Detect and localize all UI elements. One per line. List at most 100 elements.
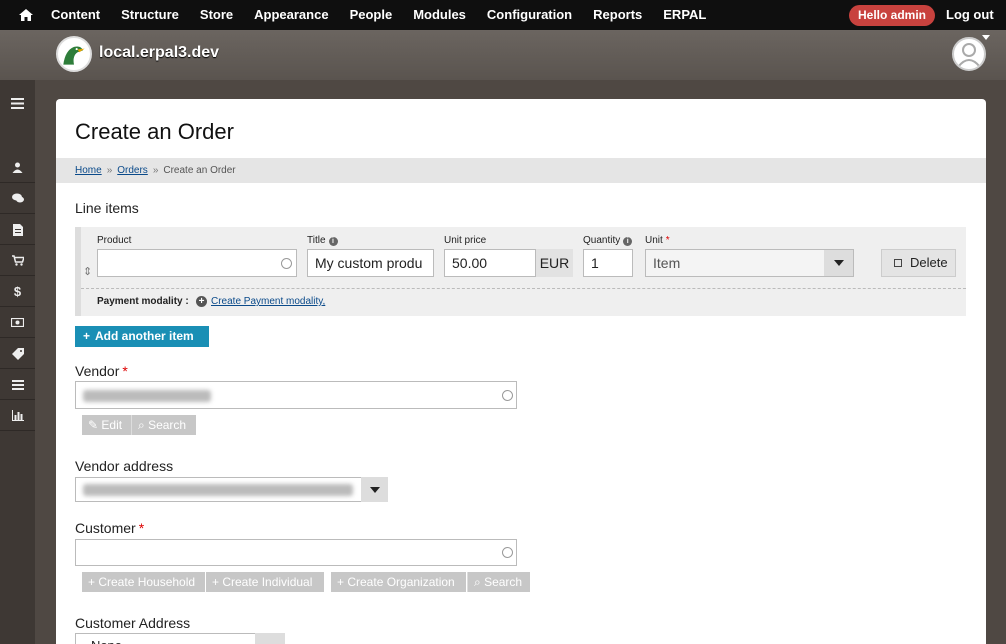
vendor-address-select-button[interactable] [361,477,388,502]
vendor-value-redacted [83,390,211,403]
drag-handle[interactable] [75,227,81,316]
vendor-edit-label: Edit [101,418,123,432]
bar-chart-icon[interactable] [0,401,35,431]
menu-item-content[interactable]: Content [51,0,100,30]
chevron-down-icon[interactable] [982,35,990,40]
unit-select[interactable]: Item [645,249,854,277]
customer-address-select[interactable]: - None - [75,633,285,644]
menu-item-reports[interactable]: Reports [593,0,642,30]
logout-link[interactable]: Log out [946,0,994,30]
search-icon: ⌕ [474,575,485,589]
comments-icon[interactable] [0,184,35,214]
pencil-icon: ✎ [88,418,102,432]
breadcrumb-separator: » [152,165,159,176]
menu-item-modules[interactable]: Modules [413,0,466,30]
breadcrumb-current: Create an Order [163,165,236,176]
breadcrumb-separator: » [106,165,113,176]
menu-item-people[interactable]: People [350,0,393,30]
admin-toolbar: Content Structure Store Appearance Peopl… [0,0,1006,30]
customer-search-button[interactable]: ⌕ Search [467,572,530,592]
left-sidebar: $ [0,80,35,644]
customer-search-label: Search [484,575,523,589]
quantity-label: Quantity i [583,235,633,246]
checkbox-icon [894,259,902,267]
hamburger-menu-icon[interactable] [0,88,35,118]
add-another-item-button[interactable]: + Add another item [75,326,209,347]
create-individual-button[interactable]: + Create Individual [206,572,324,592]
customer-address-select-button[interactable] [255,633,285,644]
title-label-text: Title [307,235,326,246]
vendor-address-select[interactable] [75,477,388,502]
customer-label: Customer * [75,520,144,536]
vendor-label: Vendor * [75,363,128,379]
vendor-edit-button[interactable]: ✎ Edit [82,415,131,435]
user-avatar-icon [957,43,981,68]
menu-item-store[interactable]: Store [200,0,233,30]
home-icon[interactable] [18,7,34,23]
payment-modality-suffix: , [322,296,326,307]
info-icon[interactable]: i [328,237,338,246]
plus-icon: + [88,575,99,589]
plus-icon: + [212,575,223,589]
create-payment-modality-link[interactable]: Create Payment modality, [211,296,325,307]
create-organization-label: Create Organization [347,575,455,589]
create-household-label: Create Household [98,575,196,589]
create-organization-button[interactable]: + Create Organization [331,572,466,592]
user-icon[interactable] [0,153,35,183]
plus-icon: + [337,575,348,589]
search-icon: ⌕ [138,418,149,432]
vendor-address-value-redacted [83,484,353,497]
customer-input[interactable] [75,539,517,566]
title-label: Title i [307,235,338,246]
tag-icon[interactable] [0,339,35,369]
required-marker: * [122,363,128,379]
vendor-label-text: Vendor [75,363,120,379]
delete-button[interactable]: Delete [881,249,956,277]
create-individual-label: Create Individual [222,575,313,589]
unit-label-text: Unit [645,235,663,246]
currency-addon: EUR [536,249,573,277]
money-icon[interactable] [0,308,35,338]
create-household-button[interactable]: + Create Household [82,572,205,592]
breadcrumb-orders-link[interactable]: Orders [117,165,148,176]
customer-label-text: Customer [75,520,136,536]
product-input[interactable] [97,249,297,277]
vendor-search-label: Search [148,418,187,432]
site-header: local.erpal3.dev [0,30,1006,80]
quantity-input[interactable]: 1 [583,249,633,277]
autocomplete-circle-icon [502,547,513,558]
menu-item-erpal[interactable]: ERPAL [663,0,706,30]
plus-circle-icon[interactable]: + [196,296,207,307]
menu-item-configuration[interactable]: Configuration [487,0,572,30]
list-settings-icon[interactable] [0,370,35,400]
user-avatar[interactable] [952,37,986,71]
breadcrumb: Home » Orders » Create an Order [56,158,986,183]
create-payment-modality-text[interactable]: Create Payment modality [211,296,323,307]
menu-item-structure[interactable]: Structure [121,0,179,30]
dollar-icon[interactable]: $ [0,277,35,307]
title-input[interactable]: My custom produ [307,249,434,277]
site-name[interactable]: local.erpal3.dev [99,44,219,62]
payment-modality-label: Payment modality : [97,296,189,307]
info-icon[interactable]: i [623,237,633,246]
vendor-input[interactable] [75,381,517,409]
hello-user-badge[interactable]: Hello admin [849,5,935,26]
admin-menu: Content Structure Store Appearance Peopl… [51,0,727,30]
product-label: Product [97,235,132,246]
menu-item-appearance[interactable]: Appearance [254,0,328,30]
divider [81,288,966,289]
drag-grip-icon[interactable]: ⇕ [83,265,92,278]
site-logo[interactable] [56,36,92,72]
unit-select-button[interactable] [824,250,853,276]
quantity-label-text: Quantity [583,235,621,246]
unit-price-label: Unit price [444,235,487,246]
unit-price-input[interactable]: 50.00 [444,249,536,277]
chevron-down-icon [370,487,380,493]
shopping-cart-icon[interactable] [0,246,35,276]
vendor-search-button[interactable]: ⌕ Search [131,415,196,435]
plus-icon: + [83,329,91,343]
document-icon[interactable] [0,215,35,245]
breadcrumb-home-link[interactable]: Home [75,165,102,176]
main-content-card: Create an Order Home » Orders » Create an Or… [56,99,986,644]
chevron-down-icon [834,260,844,266]
